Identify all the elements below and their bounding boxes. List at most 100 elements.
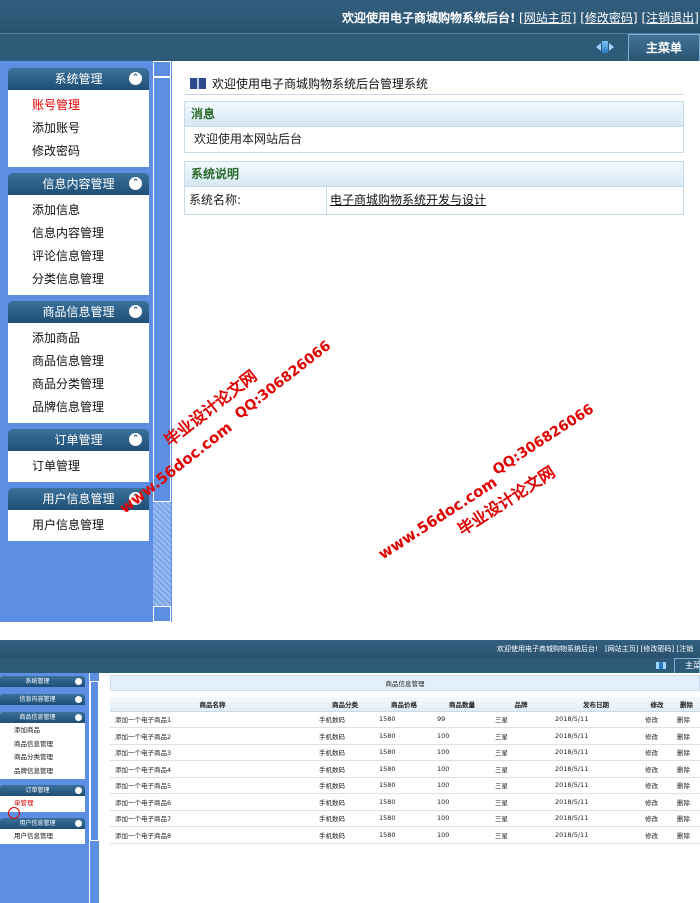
delete-link[interactable]: 删除: [673, 777, 700, 794]
menu-group-header-small[interactable]: 商品信息管理: [0, 712, 85, 723]
sidebar-item[interactable]: 添加商品: [8, 327, 149, 350]
table-cell: 添加一个电子商品6: [110, 793, 315, 811]
edit-link[interactable]: 修改: [641, 727, 673, 745]
top-header-small: 欢迎使用电子商城购物系统后台! [网站主页] [修改密码] [注销: [0, 640, 700, 658]
table-row: 添加一个电子商品4 手机数码 1580 100 三星 2018/5/11 修改 删除: [110, 760, 700, 778]
sidebar-item[interactable]: 品牌信息管理: [8, 396, 149, 419]
delete-link[interactable]: 删除: [673, 793, 700, 811]
change-password-link-small[interactable]: 修改密码: [643, 645, 671, 653]
delete-link[interactable]: 删除: [673, 711, 700, 728]
sidebar-item[interactable]: 修改密码: [8, 140, 149, 163]
book-icon: [190, 78, 206, 89]
sidebar-menu: 系统管理 ⌃ 账号管理 添加账号 修改密码 信息内容管理 ⌃ 添加信息 信息内容管理 评论信息管理…: [8, 68, 149, 547]
table-cell: 2018/5/11: [551, 711, 641, 728]
table-cell: 手机数码: [315, 711, 375, 728]
delete-link[interactable]: 删除: [673, 744, 700, 761]
sidebar-item[interactable]: 信息内容管理: [8, 222, 149, 245]
menu-group-header-small[interactable]: 信息内容管理: [0, 694, 85, 705]
table-cell: 1580: [375, 727, 433, 745]
table-body: 添加一个电子商品1 手机数码 1580 99 三星 2018/5/11 修改 删除 添加一个电子…: [110, 711, 700, 844]
sidebar-item[interactable]: 评论信息管理: [8, 245, 149, 268]
table-cell: 100: [433, 777, 491, 794]
table-row: 添加一个电子商品6 手机数码 1580 100 三星 2018/5/11 修改 删除: [110, 793, 700, 811]
tab-bar: 主菜单: [0, 33, 700, 62]
table-cell: 手机数码: [315, 810, 375, 827]
chevron-up-icon[interactable]: ⌃: [129, 177, 142, 190]
menu-group-header[interactable]: 信息内容管理 ⌃: [8, 173, 149, 195]
table-row: 添加一个电子商品5 手机数码 1580 100 三星 2018/5/11 修改 删除: [110, 777, 700, 794]
sidebar-item[interactable]: 商品信息管理: [8, 350, 149, 373]
sidebar-item[interactable]: 添加信息: [8, 199, 149, 222]
sidebar-item-small[interactable]: 品牌信息管理: [0, 765, 85, 779]
edit-link[interactable]: 修改: [641, 810, 673, 827]
edit-link[interactable]: 修改: [641, 777, 673, 794]
sidebar-item[interactable]: 添加账号: [8, 117, 149, 140]
menu-group-header-small[interactable]: 订单管理: [0, 785, 85, 796]
scroll-up-button[interactable]: [153, 61, 171, 77]
change-password-link[interactable]: 修改密码: [585, 11, 633, 25]
logout-link[interactable]: 注销退出: [646, 11, 694, 25]
system-name-value[interactable]: 电子商城购物系统开发与设计: [330, 187, 486, 214]
table-row: 添加一个电子商品1 手机数码 1580 99 三星 2018/5/11 修改 删除: [110, 711, 700, 728]
welcome-text-small: 欢迎使用电子商城购物系统后台!: [497, 645, 598, 653]
sidebar-item[interactable]: 账号管理: [8, 94, 149, 117]
chevron-up-icon[interactable]: ⌃: [129, 305, 142, 318]
edit-link[interactable]: 修改: [641, 744, 673, 761]
table-cell: 添加一个电子商品7: [110, 810, 315, 827]
edit-link[interactable]: 修改: [641, 793, 673, 811]
admin-screen-main: 欢迎使用电子商城购物系统后台! [网站主页] [修改密码] [注销退出] 主菜单…: [0, 0, 700, 622]
menu-group-title-small: 用户信息管理: [19, 819, 56, 827]
delete-link[interactable]: 删除: [673, 810, 700, 827]
logout-link-small[interactable]: 注销: [679, 645, 693, 653]
column-header: 删除: [673, 697, 700, 712]
delete-link[interactable]: 删除: [673, 760, 700, 778]
menu-group-header-small[interactable]: 系统管理: [0, 676, 85, 687]
sidebar-toggle-icon-small[interactable]: [656, 662, 666, 669]
home-link-small[interactable]: 网站主页: [608, 645, 636, 653]
sidebar-item-small[interactable]: 商品信息管理: [0, 738, 85, 752]
column-header: 商品数量: [433, 697, 491, 712]
chevron-icon-small[interactable]: [75, 714, 82, 721]
home-link[interactable]: 网站主页: [524, 11, 572, 25]
sidebar-scrollbar[interactable]: [152, 61, 172, 622]
sidebar-item[interactable]: 商品分类管理: [8, 373, 149, 396]
delete-link[interactable]: 删除: [673, 826, 700, 844]
menu-group-title: 商品信息管理: [42, 305, 115, 319]
menu-group-header[interactable]: 系统管理 ⌃: [8, 68, 149, 90]
table-cell: 添加一个电子商品5: [110, 777, 315, 794]
sidebar-item[interactable]: 用户信息管理: [8, 514, 149, 537]
column-header: 商品价格: [375, 697, 433, 712]
sidebar-item-small[interactable]: 商品分类管理: [0, 751, 85, 765]
main-content: 欢迎使用电子商城购物系统后台管理系统 消息 欢迎使用本网站后台 系统说明 系统名…: [172, 61, 700, 622]
chevron-icon-small[interactable]: [75, 819, 82, 827]
chevron-up-icon[interactable]: ⌃: [129, 72, 142, 85]
sidebar-item-small[interactable]: 添加商品: [0, 724, 85, 738]
sidebar-toggle-icon[interactable]: [596, 41, 614, 53]
table-cell: 2018/5/11: [551, 777, 641, 794]
delete-link[interactable]: 删除: [673, 727, 700, 745]
menu-group-title: 信息内容管理: [42, 177, 115, 191]
tab-main-menu[interactable]: 主菜单: [628, 34, 700, 62]
menu-group-small: 商品信息管理 添加商品 商品信息管理 商品分类管理 品牌信息管理: [0, 712, 85, 779]
header-links: [网站主页] [修改密码] [注销退出]: [519, 11, 699, 25]
sidebar-scrollbar-small[interactable]: [89, 673, 99, 903]
menu-group-header[interactable]: 订单管理 ⌃: [8, 429, 149, 451]
sidebar-item[interactable]: 订单管理: [8, 455, 149, 478]
system-info-panel: 系统说明 系统名称: 电子商城购物系统开发与设计: [184, 161, 684, 215]
scroll-down-button[interactable]: [153, 606, 171, 622]
edit-link[interactable]: 修改: [641, 760, 673, 778]
sidebar-item-small[interactable]: 用户信息管理: [0, 830, 85, 844]
sidebar-item[interactable]: 分类信息管理: [8, 268, 149, 291]
edit-link[interactable]: 修改: [641, 711, 673, 728]
chevron-icon-small[interactable]: [75, 678, 82, 685]
menu-group-header-small[interactable]: 用户信息管理: [0, 817, 85, 829]
edit-link[interactable]: 修改: [641, 826, 673, 844]
chevron-icon-small[interactable]: [75, 696, 82, 703]
tab-main-menu-small[interactable]: 主菜: [674, 658, 700, 673]
table-cell: 1580: [375, 777, 433, 794]
tab-bar-small: 主菜: [0, 658, 700, 673]
table-cell: 手机数码: [315, 777, 375, 794]
menu-group-header[interactable]: 商品信息管理 ⌃: [8, 301, 149, 323]
chevron-up-icon[interactable]: ⌃: [129, 433, 142, 446]
chevron-icon-small[interactable]: [75, 787, 82, 794]
